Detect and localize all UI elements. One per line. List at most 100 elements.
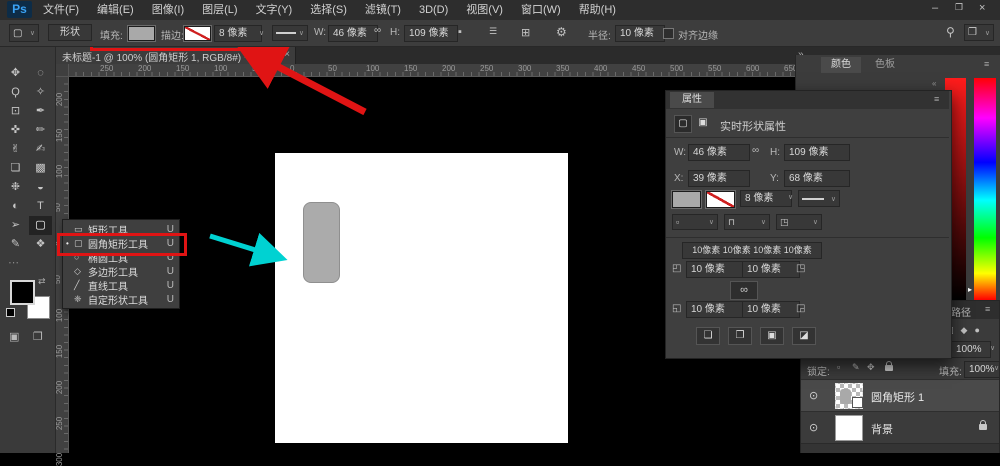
- fill-color-swatch[interactable]: [128, 26, 155, 41]
- flyout-item-5[interactable]: ❈自定形状工具U: [63, 292, 179, 306]
- radius-tl-field[interactable]: 10 像素: [686, 261, 744, 278]
- tab-color[interactable]: 颜色: [821, 57, 861, 73]
- stroke-type-select[interactable]: ∨: [272, 25, 308, 41]
- path-operations-button[interactable]: ▪: [458, 26, 462, 38]
- chevron-down-icon[interactable]: ∨: [994, 364, 999, 372]
- menu-item-select[interactable]: 选择(S): [301, 0, 356, 20]
- smudge-tool[interactable]: ❉: [4, 178, 27, 197]
- crop-tool[interactable]: ⊡: [4, 102, 27, 121]
- healing-brush-tool[interactable]: ✜: [4, 121, 27, 140]
- combine-union-icon[interactable]: ❏: [696, 327, 720, 345]
- layer-name[interactable]: 圆角矩形 1: [871, 389, 924, 405]
- layer-row-shape[interactable]: ⊙ 圆角矩形 1: [801, 379, 999, 412]
- filter-dot-icon[interactable]: ●: [974, 325, 979, 335]
- blur-tool[interactable]: ◒: [29, 178, 52, 197]
- hand-tool[interactable]: ❖: [29, 235, 52, 254]
- workspace-switcher[interactable]: ❐ ∨: [964, 24, 994, 41]
- prop-stroke-width-field[interactable]: 8 像素: [740, 190, 792, 207]
- pen-tool[interactable]: ✎: [4, 235, 27, 254]
- lasso-tool[interactable]: Ϙ: [4, 83, 27, 102]
- path-arrangement-button[interactable]: ⊞: [521, 26, 530, 39]
- horizontal-ruler[interactable]: 2502001501005005010015020025030035040045…: [68, 63, 795, 77]
- tool-preset-picker[interactable]: ▢ ∨: [9, 24, 39, 42]
- more-tools-icon[interactable]: ⋯: [8, 256, 19, 269]
- layer-name[interactable]: 背景: [871, 421, 893, 437]
- shape-height-field[interactable]: 109 像素: [404, 25, 458, 42]
- radius-bl-field[interactable]: 10 像素: [686, 301, 744, 318]
- menu-item-3d[interactable]: 3D(D): [410, 0, 457, 20]
- menu-item-type[interactable]: 文字(Y): [247, 0, 302, 20]
- radius-field[interactable]: 10 像素: [615, 25, 665, 42]
- combine-subtract-icon[interactable]: ❐: [728, 327, 752, 345]
- menu-item-view[interactable]: 视图(V): [457, 0, 512, 20]
- layer-thumbnail[interactable]: [835, 383, 863, 409]
- layer-thumbnail[interactable]: [835, 415, 863, 441]
- shape-frame-icon[interactable]: ▢: [674, 115, 692, 133]
- radius-br-field[interactable]: 10 像素: [742, 301, 800, 318]
- tab-close-icon[interactable]: ×: [284, 49, 290, 60]
- visibility-eye-icon[interactable]: ⊙: [809, 389, 818, 402]
- dodge-tool[interactable]: ◐: [4, 197, 27, 216]
- align-edges-checkbox[interactable]: [663, 28, 674, 39]
- stroke-color-swatch[interactable]: [184, 26, 211, 41]
- layer-row-background[interactable]: ⊙ 背景: [801, 411, 999, 444]
- marquee-tool[interactable]: ◌: [29, 64, 52, 83]
- opacity-field[interactable]: 100%: [951, 341, 991, 358]
- shape-fill-icon[interactable]: ▣: [695, 115, 711, 131]
- rounded-rectangle-shape[interactable]: [303, 202, 340, 283]
- window-close-button[interactable]: ×: [979, 2, 985, 14]
- combine-intersect-icon[interactable]: ▣: [760, 327, 784, 345]
- chevron-down-icon[interactable]: ∨: [788, 193, 793, 201]
- filter-smart-icon[interactable]: ◆: [961, 325, 968, 336]
- lock-position-icon[interactable]: ✥: [867, 362, 875, 373]
- link-dimensions-icon[interactable]: ∞: [374, 25, 381, 36]
- stroke-corner-select[interactable]: ◳ ∨: [776, 214, 822, 230]
- mini-collapse-icon[interactable]: «: [932, 79, 936, 88]
- radius-summary-field[interactable]: 10像素 10像素 10像素 10像素: [682, 242, 822, 259]
- flyout-item-3[interactable]: ◇多边形工具U: [63, 264, 179, 278]
- flyout-item-4[interactable]: ╱直线工具U: [63, 278, 179, 292]
- visibility-eye-icon[interactable]: ⊙: [809, 421, 818, 434]
- tab-properties[interactable]: 属性: [670, 92, 714, 108]
- menu-item-filter[interactable]: 滤镜(T): [356, 0, 410, 20]
- color-spectrum-bar[interactable]: [974, 78, 996, 300]
- menu-item-window[interactable]: 窗口(W): [512, 0, 570, 20]
- layers-panel-menu-icon[interactable]: ≡: [985, 304, 990, 314]
- combine-exclude-icon[interactable]: ◪: [792, 327, 816, 345]
- history-brush-tool[interactable]: ✍: [29, 140, 52, 159]
- stroke-cap-select[interactable]: ⊓ ∨: [724, 214, 770, 230]
- color-panel-menu-icon[interactable]: ≡: [984, 59, 989, 69]
- prop-x-field[interactable]: 39 像素: [688, 170, 750, 187]
- lock-all-icon[interactable]: [885, 365, 893, 371]
- tool-mode-select[interactable]: 形状: [48, 24, 92, 41]
- window-minimize-button[interactable]: –: [932, 2, 938, 14]
- path-selection-tool[interactable]: ➢: [4, 216, 27, 235]
- menu-item-edit[interactable]: 编辑(E): [88, 0, 143, 20]
- chevron-down-icon[interactable]: ∨: [990, 344, 995, 352]
- prop-stroke-swatch[interactable]: [706, 191, 735, 208]
- prop-w-field[interactable]: 46 像素: [688, 144, 750, 161]
- stroke-options-chevron-icon[interactable]: ∨: [259, 29, 264, 37]
- shape-tool[interactable]: ▢: [29, 216, 52, 235]
- prop-y-field[interactable]: 68 像素: [784, 170, 850, 187]
- menu-item-help[interactable]: 帮助(H): [570, 0, 625, 20]
- lock-transparent-icon[interactable]: ▫: [837, 362, 840, 372]
- quick-mask-icon[interactable]: ▣: [9, 330, 19, 343]
- type-tool[interactable]: T: [29, 197, 52, 216]
- window-restore-button[interactable]: ❐: [955, 2, 963, 13]
- menu-item-image[interactable]: 图像(I): [143, 0, 193, 20]
- prop-fill-swatch[interactable]: [672, 191, 701, 208]
- properties-menu-icon[interactable]: ≡: [934, 94, 939, 104]
- menu-item-file[interactable]: 文件(F): [34, 0, 88, 20]
- eraser-tool[interactable]: ❏: [4, 159, 27, 178]
- lock-pixels-icon[interactable]: ✎: [852, 362, 860, 373]
- brush-tool[interactable]: ✏: [29, 121, 52, 140]
- link-radii-button[interactable]: ∞: [730, 281, 758, 300]
- swap-colors-icon[interactable]: ⇄: [38, 276, 46, 287]
- shape-width-field[interactable]: 46 像素: [328, 25, 378, 42]
- default-colors-icon[interactable]: [6, 308, 15, 317]
- menu-item-layer[interactable]: 图层(L): [193, 0, 246, 20]
- prop-link-icon[interactable]: ∞: [752, 145, 759, 156]
- tab-paths[interactable]: 路径: [951, 304, 971, 319]
- clone-stamp-tool[interactable]: ✌: [4, 140, 27, 159]
